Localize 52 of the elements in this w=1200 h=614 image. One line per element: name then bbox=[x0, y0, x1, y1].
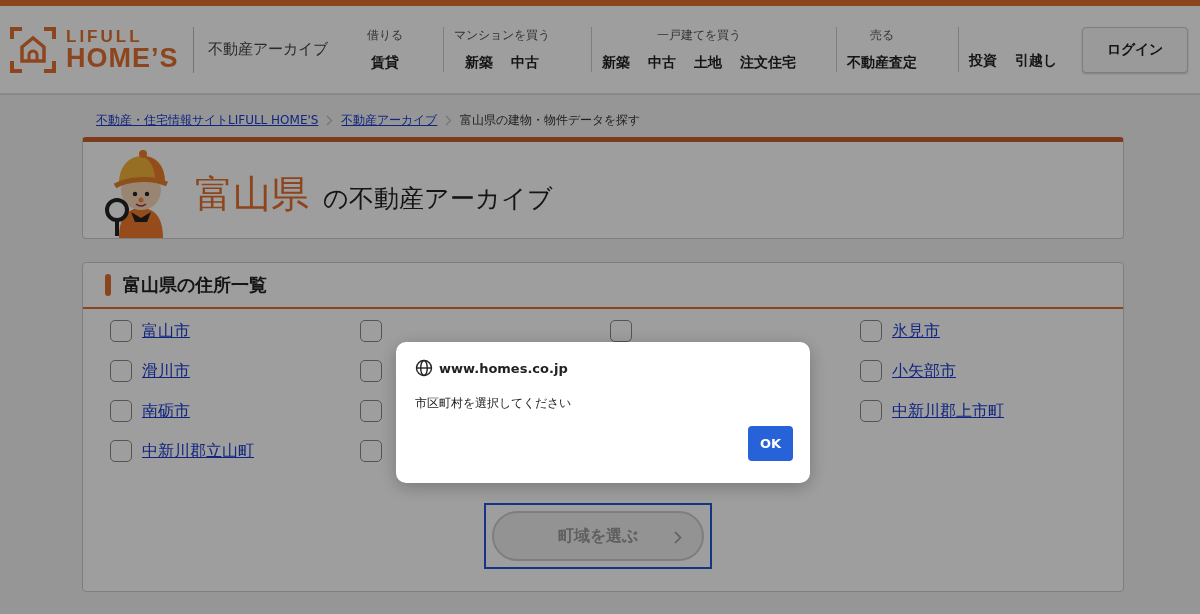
dialog-message: 市区町村を選択してください bbox=[415, 395, 572, 412]
checkbox[interactable] bbox=[610, 320, 632, 342]
chevron-right-icon bbox=[445, 115, 453, 126]
nav-group-heading: 借りる bbox=[366, 27, 403, 44]
checkbox[interactable] bbox=[110, 320, 132, 342]
house-logo-icon bbox=[10, 26, 56, 73]
nav-link[interactable]: 賃貸 bbox=[370, 54, 399, 72]
nav-link[interactable]: 投資 bbox=[968, 52, 997, 70]
breadcrumb-link[interactable]: 不動産・住宅情報サイトLIFULL HOME'S bbox=[96, 112, 319, 129]
nav-group-heading: マンションを買う bbox=[454, 27, 551, 44]
nav-link[interactable]: 新築 bbox=[465, 54, 494, 72]
nav-link[interactable]: 不動産査定 bbox=[847, 54, 918, 72]
city-link[interactable]: 小矢部市 bbox=[892, 360, 956, 382]
login-button[interactable]: ログイン bbox=[1082, 26, 1188, 73]
ok-button[interactable]: OK bbox=[748, 426, 793, 461]
heading-accent-bar bbox=[105, 274, 111, 296]
prefecture-title: 富山県 bbox=[195, 171, 309, 218]
checkbox[interactable] bbox=[360, 400, 382, 422]
chevron-right-icon bbox=[326, 115, 334, 126]
city-link[interactable]: 中新川郡立山町 bbox=[142, 440, 254, 462]
title-suffix: の不動産アーカイブ bbox=[323, 183, 553, 215]
chevron-right-icon bbox=[674, 531, 682, 544]
checkbox[interactable] bbox=[860, 360, 882, 382]
nav-group-heading: 売る bbox=[870, 27, 895, 44]
section-title: 不動産アーカイブ bbox=[206, 40, 329, 59]
section-heading: 富山県の住所一覧 bbox=[123, 273, 267, 297]
logo-text: LIFULL bbox=[66, 27, 144, 45]
nav-link[interactable]: 注文住宅 bbox=[739, 54, 796, 72]
checkbox[interactable] bbox=[110, 400, 132, 422]
nav-link[interactable]: 中古 bbox=[511, 54, 540, 72]
checkbox[interactable] bbox=[110, 440, 132, 462]
city-link[interactable]: 南砺市 bbox=[142, 400, 190, 422]
nav-link[interactable]: 土地 bbox=[693, 54, 722, 72]
checkbox[interactable] bbox=[110, 360, 132, 382]
checkbox[interactable] bbox=[860, 400, 882, 422]
checkbox[interactable] bbox=[360, 360, 382, 382]
checkbox[interactable] bbox=[360, 440, 382, 462]
logo-text: HOME’S bbox=[66, 44, 179, 72]
nav-group-heading: 一戸建てを買う bbox=[656, 27, 741, 44]
nav-link[interactable]: 引越し bbox=[1014, 52, 1057, 70]
city-link[interactable]: 氷見市 bbox=[892, 320, 940, 342]
checkbox[interactable] bbox=[360, 320, 382, 342]
breadcrumb-link[interactable]: 不動産アーカイブ bbox=[341, 112, 438, 129]
breadcrumb-current: 富山県の建物・物件データを探す bbox=[460, 112, 641, 129]
dialog-site: www.homes.co.jp bbox=[439, 360, 568, 376]
nav-link[interactable]: 新築 bbox=[601, 54, 630, 72]
city-link[interactable]: 富山市 bbox=[142, 320, 190, 342]
checkbox[interactable] bbox=[860, 320, 882, 342]
city-link[interactable]: 滑川市 bbox=[142, 360, 190, 382]
city-link[interactable]: 中新川郡上市町 bbox=[892, 400, 1004, 422]
nav-link[interactable]: 中古 bbox=[647, 54, 676, 72]
globe-icon bbox=[415, 359, 433, 377]
